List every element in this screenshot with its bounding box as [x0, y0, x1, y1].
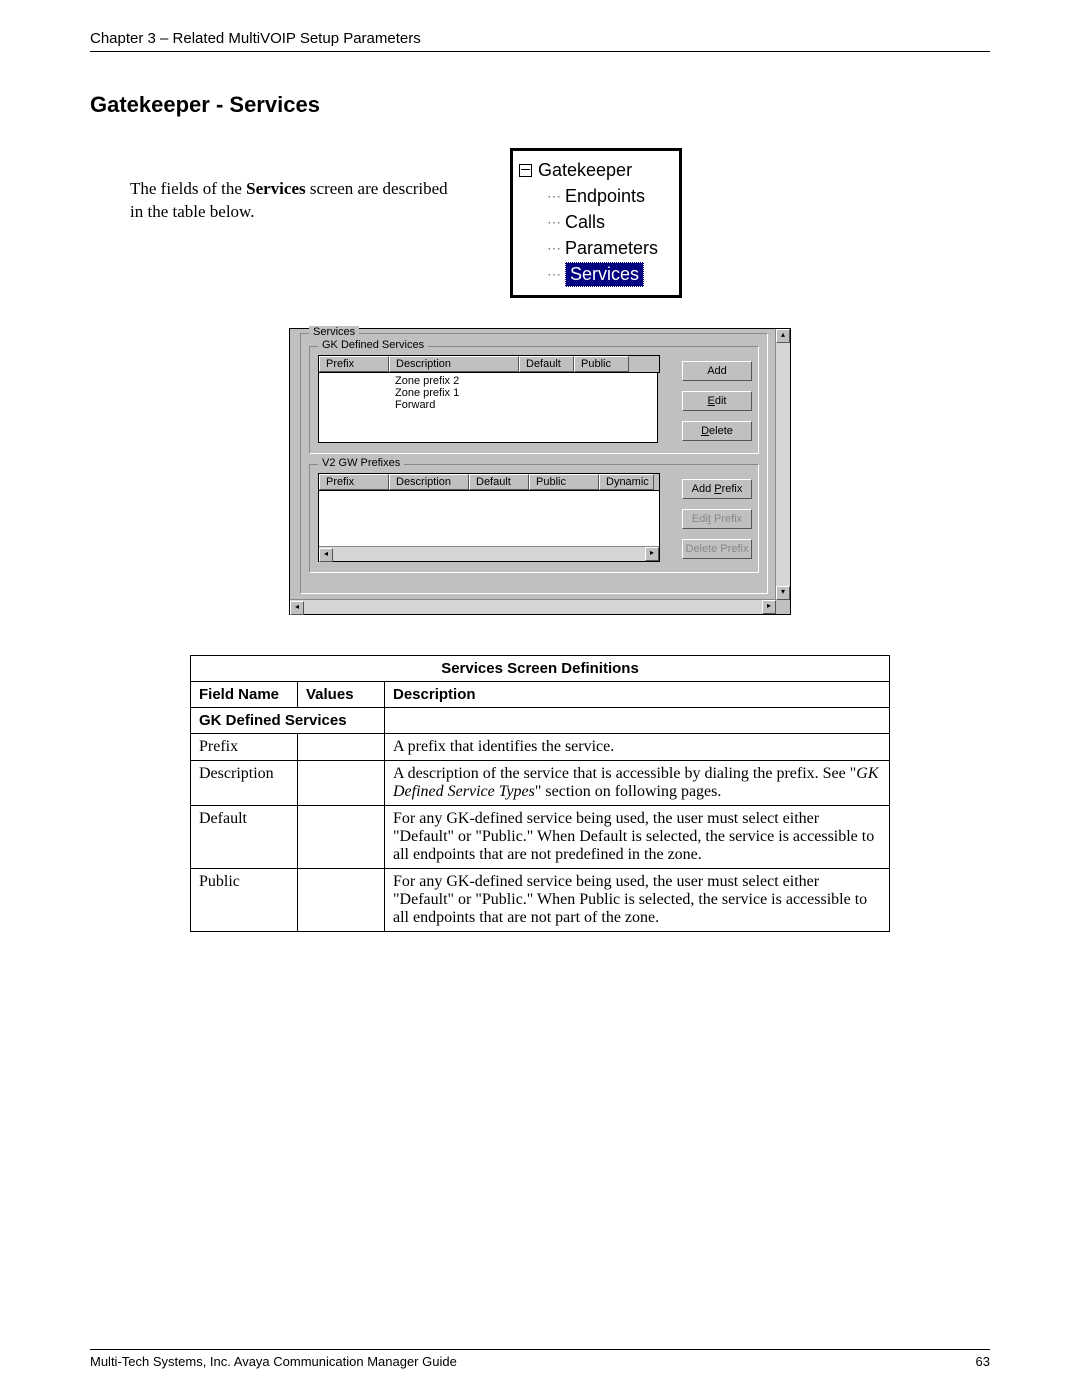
table-section-header: GK Defined Services: [191, 708, 385, 734]
add-button[interactable]: Add: [682, 361, 752, 381]
edit-prefix-button: Edit Prefix: [682, 509, 752, 529]
vertical-scrollbar[interactable]: ▴ ▾: [775, 329, 790, 600]
scroll-right-icon[interactable]: ▸: [645, 547, 659, 561]
column-header[interactable]: Public: [574, 356, 629, 372]
gk-list-header[interactable]: PrefixDescriptionDefaultPublic: [318, 355, 660, 373]
tree-connector-icon: ⋯: [547, 240, 561, 257]
column-header[interactable]: Description: [389, 356, 519, 372]
tree-item-label: Endpoints: [565, 186, 645, 207]
scroll-down-icon[interactable]: ▾: [776, 586, 790, 600]
column-header[interactable]: Default: [469, 474, 529, 490]
v2-list-header[interactable]: PrefixDescriptionDefaultPublicDynamic: [318, 473, 660, 491]
definitions-table: Services Screen Definitions Field Name V…: [190, 655, 890, 932]
list-item[interactable]: Zone prefix 1: [325, 387, 651, 399]
intro-text: The fields of the Services screen are de…: [130, 148, 450, 224]
column-header[interactable]: Public: [529, 474, 599, 490]
delete-prefix-button: Delete Prefix: [682, 539, 752, 559]
tree-root-label: Gatekeeper: [538, 160, 632, 181]
table-row: DescriptionA description of the service …: [191, 761, 890, 806]
tree-item-endpoints[interactable]: ⋯Endpoints: [519, 183, 669, 209]
delete-button[interactable]: Delete: [682, 421, 752, 441]
table-title: Services Screen Definitions: [191, 656, 890, 682]
column-header[interactable]: Description: [389, 474, 469, 490]
tree-item-label: Calls: [565, 212, 605, 233]
column-header[interactable]: Prefix: [319, 356, 389, 372]
page-title: Gatekeeper - Services: [90, 92, 990, 118]
intro-bold: Services: [246, 179, 305, 198]
table-section-header-blank: [385, 708, 890, 734]
col-description: Description: [385, 682, 890, 708]
v2-gw-prefixes-group: V2 GW Prefixes PrefixDescriptionDefaultP…: [309, 464, 759, 573]
tree-item-parameters[interactable]: ⋯Parameters: [519, 235, 669, 261]
gk-group-legend: GK Defined Services: [318, 339, 428, 351]
scroll-left-icon[interactable]: ◂: [290, 601, 304, 615]
services-group-legend: Services: [309, 326, 359, 338]
list-horizontal-scrollbar[interactable]: ◂ ▸: [319, 546, 659, 561]
column-header[interactable]: Prefix: [319, 474, 389, 490]
column-header[interactable]: Dynamic: [599, 474, 654, 490]
v2-list-body[interactable]: ◂ ▸: [318, 491, 660, 562]
tree-connector-icon: ⋯: [547, 266, 561, 283]
horizontal-scrollbar[interactable]: ◂ ▸: [290, 599, 776, 614]
gk-list-body[interactable]: Zone prefix 2Zone prefix 1Forward: [318, 373, 658, 443]
footer-page-number: 63: [976, 1354, 990, 1369]
tree-item-label: Services: [565, 262, 644, 287]
col-values: Values: [298, 682, 385, 708]
scroll-right-icon[interactable]: ▸: [762, 600, 776, 614]
intro-pre: The fields of the: [130, 179, 246, 198]
tree-root[interactable]: Gatekeeper: [519, 157, 669, 183]
table-row: PublicFor any GK-defined service being u…: [191, 869, 890, 932]
list-item[interactable]: Zone prefix 2: [325, 375, 651, 387]
tree-connector-icon: ⋯: [547, 188, 561, 205]
v2-group-legend: V2 GW Prefixes: [318, 457, 404, 469]
column-header[interactable]: Default: [519, 356, 574, 372]
tree-connector-icon: ⋯: [547, 214, 561, 231]
edit-button[interactable]: Edit: [682, 391, 752, 411]
list-item[interactable]: Forward: [325, 399, 651, 411]
tree-item-label: Parameters: [565, 238, 658, 259]
scroll-up-icon[interactable]: ▴: [776, 329, 790, 343]
scroll-left-icon[interactable]: ◂: [319, 548, 333, 562]
table-row: PrefixA prefix that identifies the servi…: [191, 734, 890, 761]
running-head: Chapter 3 – Related MultiVOIP Setup Para…: [90, 30, 990, 52]
tree-item-calls[interactable]: ⋯Calls: [519, 209, 669, 235]
table-row: DefaultFor any GK-defined service being …: [191, 806, 890, 869]
tree-item-services[interactable]: ⋯Services: [519, 261, 669, 287]
tree-view[interactable]: Gatekeeper ⋯Endpoints ⋯Calls ⋯Parameters…: [510, 148, 682, 298]
col-field-name: Field Name: [191, 682, 298, 708]
collapse-icon[interactable]: [519, 164, 532, 177]
gk-defined-services-group: GK Defined Services PrefixDescriptionDef…: [309, 346, 759, 454]
add-prefix-button[interactable]: Add Prefix: [682, 479, 752, 499]
footer-left: Multi-Tech Systems, Inc. Avaya Communica…: [90, 1354, 457, 1369]
services-dialog: ▴ ▾ ◂ ▸ Services GK Defined Services Pre…: [289, 328, 791, 615]
services-group: Services GK Defined Services PrefixDescr…: [300, 333, 768, 594]
